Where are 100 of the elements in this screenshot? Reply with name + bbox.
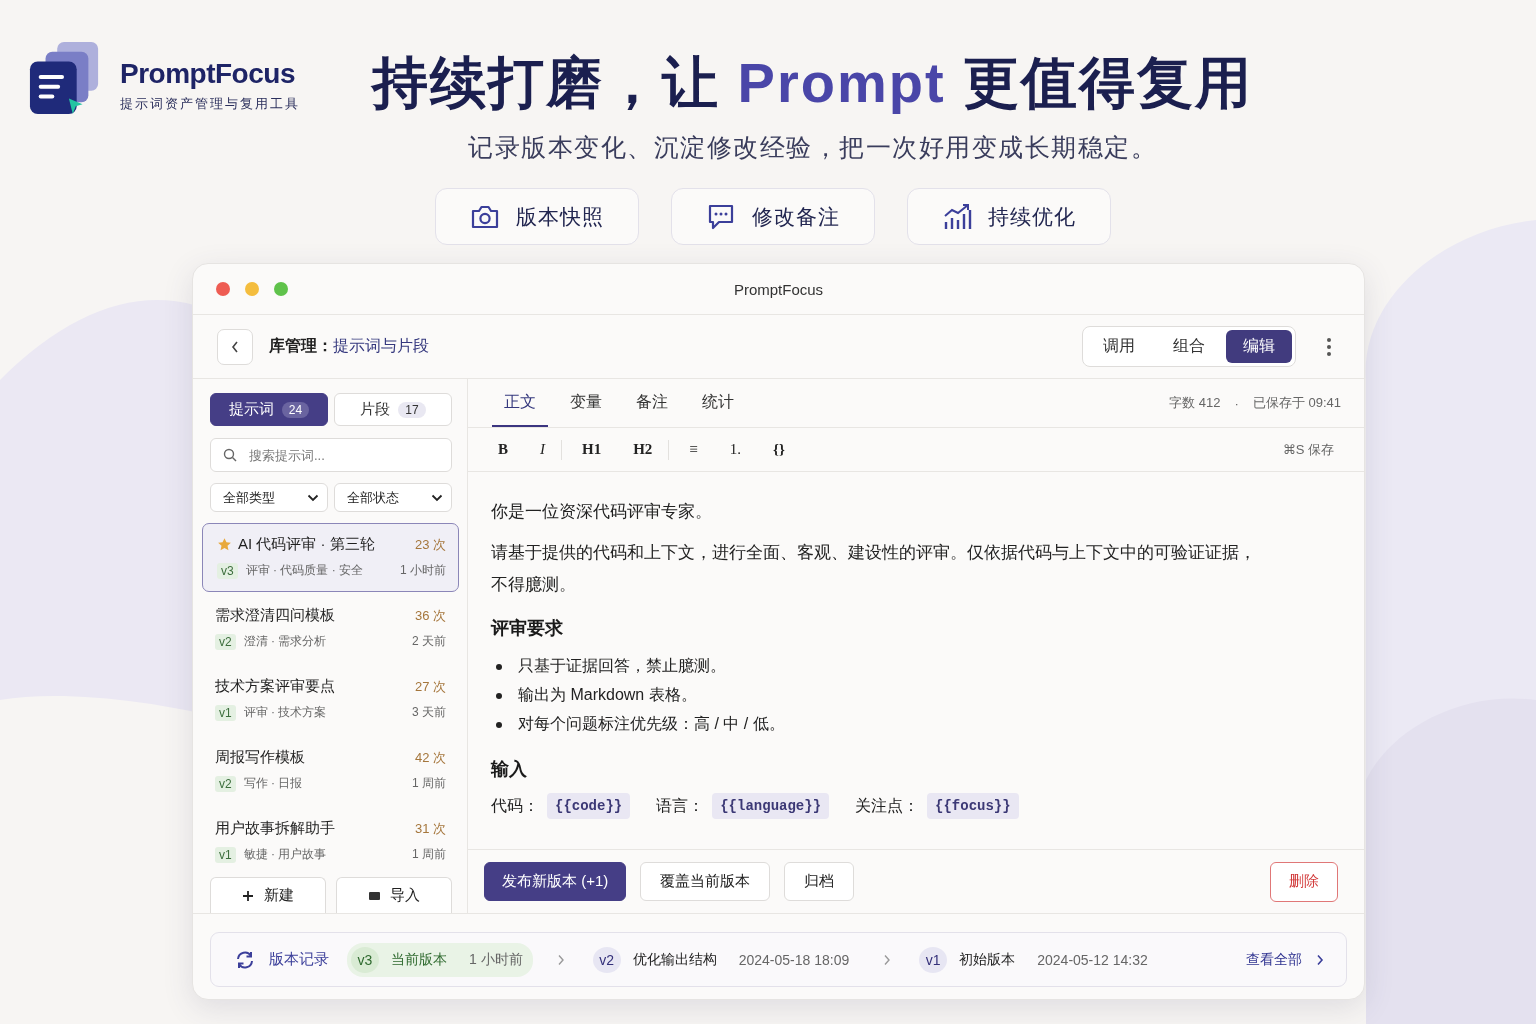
usage-count: 42 次 (414, 748, 446, 767)
back-icon (230, 339, 240, 354)
variable-chip: {{focus}} (927, 793, 1019, 819)
bullet-icon (496, 692, 502, 699)
version-name: 当前版本 (391, 950, 447, 969)
variable-label: 代码： (491, 796, 539, 816)
view-all-link[interactable]: 查看全部 (1246, 950, 1302, 969)
bullet-icon (496, 663, 502, 670)
item-title: 需求澄清四问模板 (215, 606, 336, 625)
count-badge: 17 (398, 401, 426, 418)
format-button[interactable]: ≡ (679, 437, 708, 462)
variable-chip: {{language}} (712, 793, 830, 819)
section-heading: 输入 (491, 758, 528, 781)
window-title: PromptFocus (733, 280, 824, 298)
format-button[interactable]: H1 (572, 437, 612, 462)
format-button[interactable]: H2 (623, 437, 663, 462)
time-label: 1 小时前 (400, 562, 446, 579)
prompt-list-item[interactable]: 周报写作模板 42 次 v2 写作 · 日报 1 周前 (202, 736, 459, 805)
mode-tab[interactable]: 编辑 (1226, 330, 1292, 363)
time-label: 1 周前 (412, 775, 446, 792)
feature-label: 持续优化 (987, 203, 1076, 230)
format-button[interactable]: B (488, 437, 518, 462)
version-entry[interactable]: v3 当前版本 1 小时前 (347, 942, 533, 977)
item-title: 技术方案评审要点 (215, 677, 336, 696)
version-badge: v2 (215, 633, 236, 650)
breadcrumb-label: 库管理： (269, 336, 333, 356)
delete-button[interactable]: 删除 (1270, 861, 1338, 902)
chevron-down-icon (307, 493, 319, 502)
new-button[interactable]: 新建 (210, 877, 326, 913)
chevron-down-icon (431, 493, 443, 502)
prompt-list-item[interactable]: AI 代码评审 · 第三轮 23 次 v3 评审 · 代码质量 · 安全 1 小时前 (202, 523, 459, 592)
version-badge: v1 (215, 704, 236, 721)
word-count: 字数 412 (1169, 394, 1221, 412)
mode-tab[interactable]: 调用 (1086, 330, 1152, 363)
paragraph: 你是一位资深代码评审专家。 (491, 501, 713, 523)
time-label: 2 天前 (412, 633, 446, 650)
sidebar-tab[interactable]: 片段 17 (334, 393, 452, 426)
history-label: 版本记录 (269, 950, 329, 969)
item-title: AI 代码评审 · 第三轮 (238, 535, 376, 554)
editor-tab[interactable]: 变量 (558, 379, 614, 427)
filter-dropdown[interactable]: 全部类型 (210, 483, 328, 512)
plus-icon (242, 889, 254, 902)
chevron-icon (883, 953, 892, 966)
editor-tab[interactable]: 备注 (624, 379, 680, 427)
version-badge: v2 (215, 775, 236, 792)
item-tags: 评审 · 代码质量 · 安全 (245, 562, 392, 579)
version-entry[interactable]: v2 优化输出结构 2024-05-18 18:09 (588, 942, 860, 977)
item-title: 用户故事拆解助手 (215, 819, 336, 838)
feature-label: 版本快照 (515, 203, 604, 230)
paragraph: 请基于提供的代码和上下文，进行全面、客观、建设性的评审。仅依据代码与上下文中的可验证证据，不得臆测。 (491, 542, 1257, 596)
publish-button[interactable]: 发布新版本 (+1) (484, 862, 627, 901)
format-button[interactable]: I (530, 437, 555, 462)
sidebar-tab[interactable]: 提示词 24 (210, 393, 328, 426)
editor-tab[interactable]: 正文 (492, 379, 548, 427)
prompt-list-item[interactable]: 技术方案评审要点 27 次 v1 评审 · 技术方案 3 天前 (202, 665, 459, 734)
more-icon[interactable] (1326, 336, 1332, 357)
section-heading: 评审要求 (491, 617, 564, 640)
chevron-icon (1316, 953, 1324, 966)
feature-label: 修改备注 (751, 203, 840, 230)
import-icon (368, 891, 380, 900)
time-label: 1 周前 (412, 846, 446, 863)
close-button[interactable] (216, 282, 230, 296)
bullet-item: 只基于证据回答，禁止臆测。 (518, 656, 726, 676)
version-badge: v2 (592, 946, 621, 973)
version-badge: v3 (351, 946, 379, 973)
action-button[interactable]: 覆盖当前版本 (640, 862, 771, 901)
usage-count: 31 次 (414, 819, 446, 838)
save-status: 已保存于 09:41 (1252, 394, 1341, 412)
prompt-list-item[interactable]: 用户故事拆解助手 31 次 v1 敏捷 · 用户故事 1 周前 (202, 807, 459, 876)
version-time: 1 小时前 (469, 950, 523, 969)
version-badge: v1 (919, 946, 948, 973)
brand-tagline: 提示词资产管理与复用工具 (120, 96, 300, 113)
maximize-button[interactable] (274, 282, 288, 296)
minimize-button[interactable] (245, 282, 259, 296)
bullet-item: 输出为 Markdown 表格。 (518, 685, 697, 705)
variable-label: 语言： (656, 796, 705, 816)
count-badge: 24 (281, 401, 310, 418)
search-field[interactable]: 搜索提示词... (210, 438, 452, 472)
filter-dropdown[interactable]: 全部状态 (334, 483, 452, 512)
hero-subtitle: 记录版本变化、沉淀修改经验，把一次好用变成长期稳定。 (468, 132, 1158, 163)
action-button[interactable]: 归档 (784, 862, 855, 901)
version-entry[interactable]: v1 初始版本 2024-05-12 14:32 (915, 942, 1158, 977)
editor-tab[interactable]: 统计 (690, 379, 746, 427)
version-name: 初始版本 (959, 950, 1016, 969)
item-tags: 敏捷 · 用户故事 (243, 846, 404, 863)
bullet-item: 对每个问题标注优先级：高 / 中 / 低。 (518, 714, 785, 734)
mode-tab[interactable]: 组合 (1156, 330, 1222, 363)
variable-label: 关注点： (855, 796, 920, 816)
time-label: 3 天前 (412, 704, 446, 721)
format-button[interactable]: 1. (719, 437, 752, 462)
format-button[interactable]: {} (763, 437, 795, 462)
version-badge: v1 (215, 846, 236, 863)
save-shortcut: ⌘S 保存 (1282, 440, 1334, 459)
version-time: 2024-05-18 18:09 (738, 951, 850, 968)
hero-title: 持续打磨，让 Prompt 更值得复用 (372, 50, 1254, 116)
import-button[interactable]: 导入 (336, 877, 452, 913)
prompt-list-item[interactable]: 需求澄清四问模板 36 次 v2 澄清 · 需求分析 2 天前 (202, 594, 459, 663)
breadcrumb-link[interactable]: 提示词与片段 (333, 336, 429, 357)
item-title: 周报写作模板 (215, 748, 306, 767)
back-button[interactable] (217, 328, 253, 365)
